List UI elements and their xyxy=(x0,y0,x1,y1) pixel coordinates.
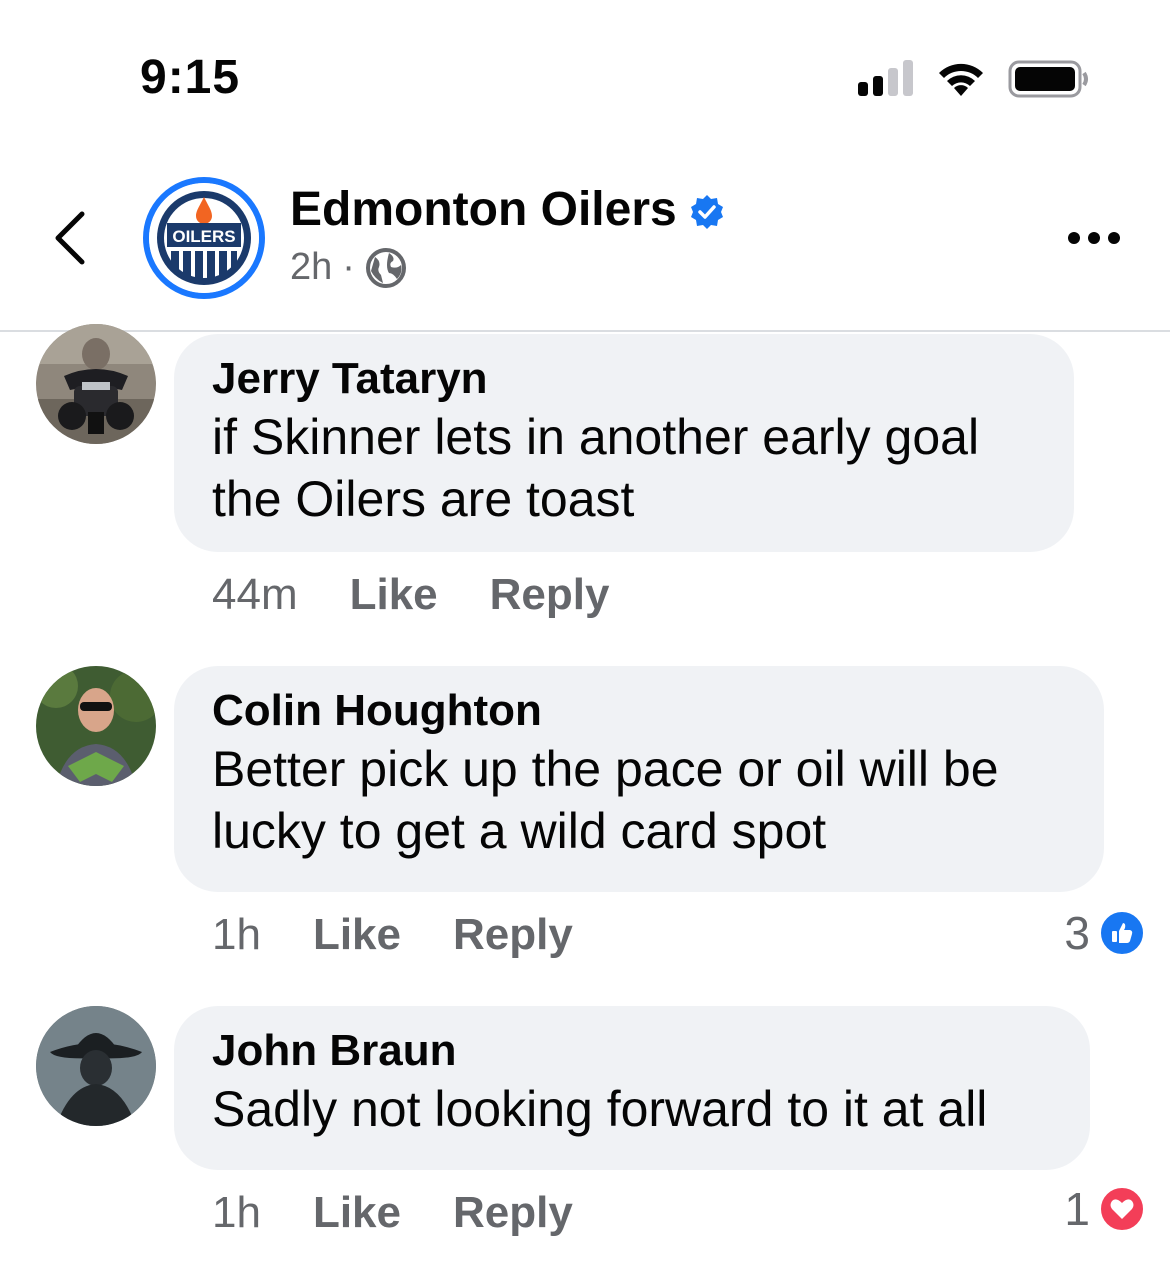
comment-text-line: the Oilers are toast xyxy=(212,471,635,527)
comment-author[interactable]: John Braun xyxy=(212,1024,1052,1078)
comment-bubble[interactable]: Jerry Tataryn if Skinner lets in another… xyxy=(174,334,1074,552)
comment-text-line: Better pick up the pace or oil will be xyxy=(212,741,999,797)
reply-button[interactable]: Reply xyxy=(490,570,610,620)
back-chevron-icon[interactable] xyxy=(52,210,88,266)
logo-lettering: OILERS xyxy=(172,227,235,246)
comment-bubble[interactable]: John Braun Sadly not looking forward to … xyxy=(174,1006,1090,1170)
comment-text-line: lucky to get a wild card spot xyxy=(212,803,827,859)
wifi-icon xyxy=(939,63,983,96)
like-button[interactable]: Like xyxy=(313,910,401,960)
reply-button[interactable]: Reply xyxy=(453,910,573,960)
comment-time[interactable]: 44m xyxy=(212,570,298,620)
like-icon xyxy=(1098,909,1146,957)
post-header: OILERS Edmonton Oilers 2h · xyxy=(0,160,1170,332)
post-time[interactable]: 2h xyxy=(290,246,332,289)
comment-time[interactable]: 1h xyxy=(212,910,261,960)
comment-text-line: if Skinner lets in another early goal xyxy=(212,409,980,465)
oilers-logo-icon: OILERS xyxy=(149,183,259,293)
reaction-summary[interactable]: 3 xyxy=(1064,906,1146,960)
love-icon xyxy=(1098,1185,1146,1233)
reply-button[interactable]: Reply xyxy=(453,1188,573,1238)
like-button[interactable]: Like xyxy=(350,570,438,620)
comment-time[interactable]: 1h xyxy=(212,1188,261,1238)
globe-icon xyxy=(365,247,406,288)
reaction-summary[interactable]: 1 xyxy=(1064,1182,1146,1236)
comment-author[interactable]: Jerry Tataryn xyxy=(212,352,1036,406)
more-options-icon[interactable] xyxy=(1068,232,1120,244)
reaction-count: 3 xyxy=(1064,907,1090,959)
comment-text-line: Sadly not looking forward to it at all xyxy=(212,1081,988,1137)
cellular-signal-icon xyxy=(858,60,914,96)
commenter-avatar[interactable] xyxy=(36,666,156,786)
oilers-logo-avatar[interactable]: OILERS xyxy=(143,177,265,299)
facebook-post-comments-screen: 9:15 OILERS Edmonton Oilers 2h · Jerry T… xyxy=(0,0,1170,1263)
reaction-count: 1 xyxy=(1064,1183,1090,1235)
comment-author[interactable]: Colin Houghton xyxy=(212,684,1066,738)
page-name[interactable]: Edmonton Oilers xyxy=(290,182,677,237)
status-time: 9:15 xyxy=(140,51,241,104)
commenter-avatar[interactable] xyxy=(36,1006,156,1126)
commenter-avatar[interactable] xyxy=(36,324,156,444)
like-button[interactable]: Like xyxy=(313,1188,401,1238)
battery-icon xyxy=(1008,60,1088,98)
verified-badge-icon xyxy=(690,194,723,229)
meta-separator: · xyxy=(342,246,355,288)
comment-bubble[interactable]: Colin Houghton Better pick up the pace o… xyxy=(174,666,1104,892)
